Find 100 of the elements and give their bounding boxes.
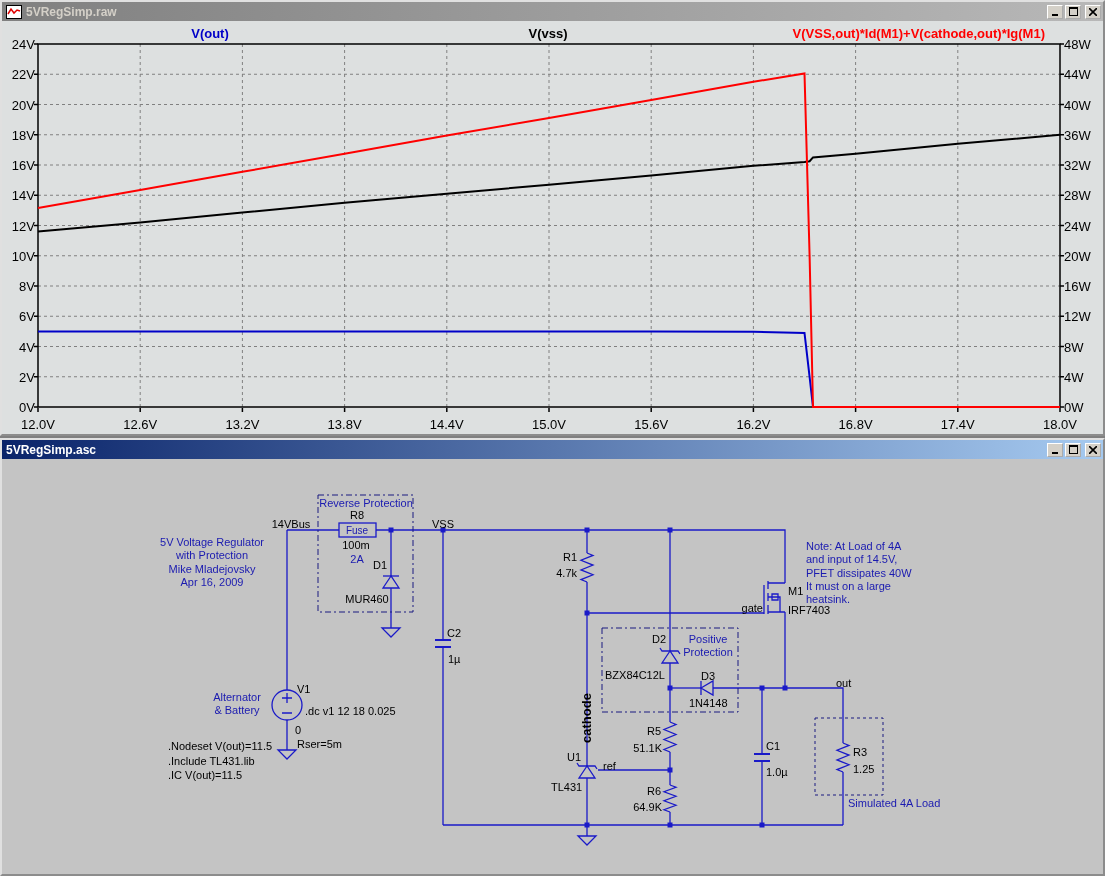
comment-text: Reverse Protection — [319, 497, 413, 509]
y-tick-label: 48W — [1064, 37, 1091, 52]
part-label: IRF7403 — [788, 604, 831, 616]
y-tick-label: 24W — [1064, 218, 1091, 234]
x-tick-label: 12.6V — [123, 417, 158, 432]
x-tick-label: 13.8V — [327, 417, 362, 432]
maximize-button[interactable] — [1065, 442, 1081, 457]
y-tick-label: 4V — [19, 339, 35, 355]
y-tick-label: 16W — [1064, 279, 1091, 294]
x-tick-label: 16.8V — [838, 417, 873, 432]
trace-label: V(vss) — [528, 26, 568, 41]
x-tick-label: 12.0V — [21, 417, 55, 432]
y-tick-label: 24V — [11, 37, 35, 52]
zener-diode-symbol — [659, 647, 681, 664]
y-tick-label: 12V — [11, 218, 35, 234]
part-label: C2 — [447, 627, 462, 639]
part-label: R5 — [646, 725, 661, 737]
minimize-button[interactable] — [1047, 442, 1063, 457]
fuse-text: Fuse — [345, 525, 369, 536]
window-title: 5VRegSimp.asc — [6, 442, 98, 457]
part-label: BZX84C12L — [605, 669, 665, 681]
maximize-icon — [1068, 445, 1078, 454]
y-tick-label: 22V — [11, 67, 35, 83]
capacitor-symbol — [753, 753, 771, 762]
y-tick-label: 6V — [19, 309, 35, 325]
minimize-icon — [1052, 451, 1058, 454]
part-label: D2 — [651, 633, 666, 645]
y-tick-label: 14V — [11, 188, 35, 204]
resistor-symbol — [579, 552, 595, 583]
window-title: 5VRegSimp.raw — [26, 4, 118, 19]
x-tick-label: 17.4V — [940, 417, 975, 432]
y-tick-label: 10V — [11, 248, 35, 264]
ground-symbol — [380, 627, 402, 638]
part-label: 1N4148 — [689, 697, 728, 709]
resistor-symbol — [662, 721, 678, 753]
part-label: R8 — [349, 509, 365, 521]
part-label: D3 — [700, 670, 716, 682]
part-label: 100m — [342, 539, 370, 551]
fuse-symbol — [338, 522, 377, 538]
net-label: VSS — [432, 518, 454, 530]
resistor-symbol — [835, 742, 851, 773]
y-tick-label: 44W — [1064, 67, 1091, 83]
y-tick-label: 0V — [19, 400, 35, 415]
y-tick-label: 12W — [1064, 309, 1091, 325]
y-tick-label: 4W — [1064, 369, 1084, 385]
y-tick-label: 36W — [1064, 127, 1091, 143]
waveform-icon — [6, 4, 22, 19]
zener-diode-symbol — [576, 762, 598, 779]
y-tick-label: 2V — [19, 369, 35, 385]
comment-text: 2A — [350, 553, 364, 565]
comment-text: 5V Voltage Regulator with Protection Mike Mladejovsky Apr 16, 2009 — [160, 536, 264, 588]
part-label: R6 — [646, 785, 661, 797]
ground-symbol — [576, 835, 598, 846]
part-label: MUR460 — [345, 593, 389, 605]
capacitor-symbol — [434, 639, 452, 648]
wire — [286, 719, 288, 751]
part-label: 1.25 — [853, 763, 875, 775]
x-tick-label: 15.0V — [532, 417, 566, 432]
part-label: 1µ — [448, 653, 461, 665]
part-label: R3 — [853, 746, 868, 758]
spice-directive: .IC V(out)=11.5 — [168, 769, 243, 781]
close-icon — [1089, 7, 1097, 16]
y-tick-label: 20W — [1064, 248, 1091, 264]
diode-symbol — [699, 679, 714, 697]
part-label: V1 — [297, 683, 311, 695]
net-label: ref — [603, 760, 616, 772]
comment-text: Alternator & Battery — [213, 691, 261, 717]
net-label: out — [836, 677, 852, 689]
y-tick-label: 18V — [11, 127, 35, 143]
part-label: M1 — [788, 585, 804, 597]
trace-label: V(out) — [191, 26, 229, 41]
x-tick-label: 18.0V — [1043, 417, 1077, 432]
part-label: D1 — [372, 559, 388, 571]
y-tick-label: 0W — [1064, 400, 1084, 415]
part-label: 0 — [295, 724, 302, 736]
x-tick-label: 15.6V — [634, 417, 669, 432]
part-label: R1 — [562, 551, 577, 563]
diode-symbol — [381, 574, 401, 589]
resistor-symbol — [662, 784, 678, 813]
part-label: C1 — [766, 740, 781, 752]
x-tick-label: 14.4V — [429, 417, 464, 432]
y-tick-label: 8V — [19, 279, 35, 294]
y-tick-label: 32W — [1064, 158, 1091, 173]
minimize-icon — [1052, 13, 1058, 16]
y-tick-label: 8W — [1064, 339, 1084, 355]
trace-label: V(VSS,out)*Id(M1)+V(cathode,out)*Ig(M1) — [792, 26, 1045, 41]
wire — [390, 587, 392, 629]
net-label: cathode — [579, 693, 594, 743]
net-label: gate — [741, 602, 763, 614]
y-tick-label: 16V — [11, 158, 35, 173]
part-label: U1 — [567, 751, 582, 763]
ground-symbol — [276, 749, 298, 760]
part-label: TL431 — [551, 781, 583, 793]
close-button[interactable] — [1085, 442, 1101, 457]
spice-directive: .Nodeset V(out)=11.5 — [168, 740, 273, 752]
net-label: 14VBus — [271, 518, 311, 530]
y-tick-label: 28W — [1064, 188, 1091, 204]
part-label: Rser=5m — [297, 738, 342, 750]
close-icon — [1089, 445, 1097, 454]
part-label: 4.7k — [556, 567, 577, 579]
